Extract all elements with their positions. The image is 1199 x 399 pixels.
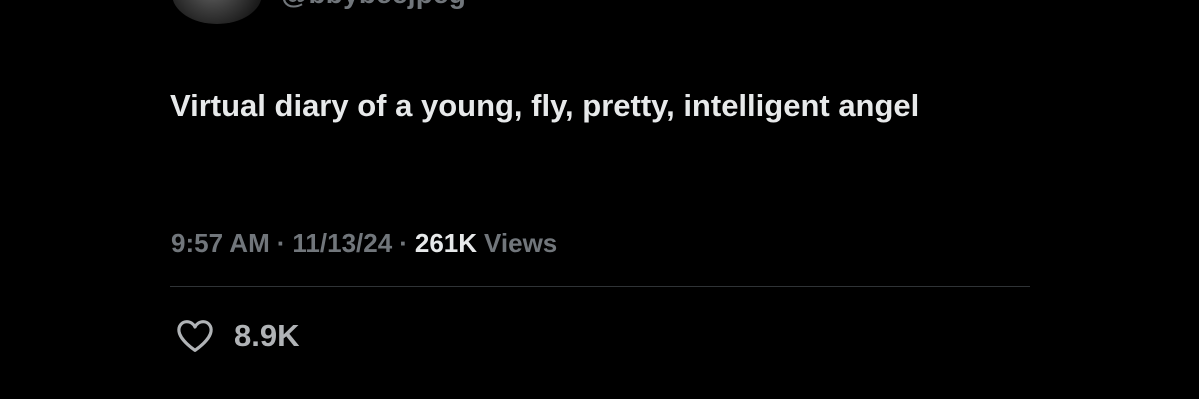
tweet-text: Virtual diary of a young, fly, pretty, i… [170,88,920,123]
avatar[interactable] [172,0,262,24]
views-count: 261K [414,228,478,258]
tweet-actions: 8.9K [174,316,299,356]
like-count: 8.9K [234,318,300,353]
meta-separator: · [399,228,408,258]
heart-outline-icon[interactable] [174,316,216,356]
author-handle[interactable]: @bbybeejpeg [281,0,466,10]
meta-separator: · [276,228,286,258]
tweet-meta: 9:57 AM · 11/13/24 · 261K Views [171,228,557,259]
like-button[interactable]: 8.9K [174,316,299,356]
divider [170,286,1030,287]
tweet-time[interactable]: 9:57 AM [171,228,270,259]
tweet-date[interactable]: 11/13/24 [292,228,392,259]
views-label: Views [484,228,558,258]
